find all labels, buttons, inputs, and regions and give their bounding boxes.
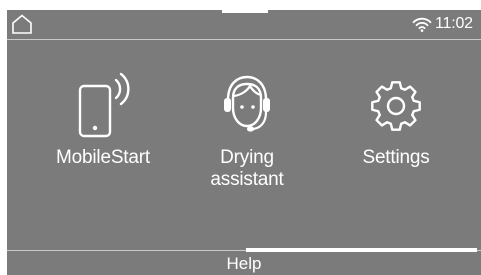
gear-outline: [371, 81, 421, 131]
home-icon: [12, 14, 32, 34]
display-screen: 11:02 MobileStart Drying assistant Setti…: [7, 10, 481, 275]
help-label: Help: [226, 254, 262, 273]
settings-button[interactable]: Settings: [338, 70, 454, 169]
pull-down-handle[interactable]: [222, 10, 268, 13]
settings-label: Settings: [362, 147, 430, 168]
page-indicator: [246, 248, 477, 252]
wifi-icon: [412, 17, 432, 32]
smartphone-signal-icon: [78, 72, 130, 138]
clock-time: 11:02: [435, 15, 473, 32]
help-button[interactable]: Help: [7, 254, 481, 274]
mobilestart-label: MobileStart: [56, 147, 150, 168]
drying-assistant-button[interactable]: Drying assistant: [189, 70, 305, 191]
gear-icon: [371, 81, 421, 131]
drying-assistant-label: Drying assistant: [210, 147, 284, 190]
status-bar: 11:02: [7, 10, 481, 40]
home-button[interactable]: [10, 13, 34, 35]
mobilestart-button[interactable]: MobileStart: [45, 70, 161, 169]
headset-assistant-icon: [224, 75, 270, 132]
